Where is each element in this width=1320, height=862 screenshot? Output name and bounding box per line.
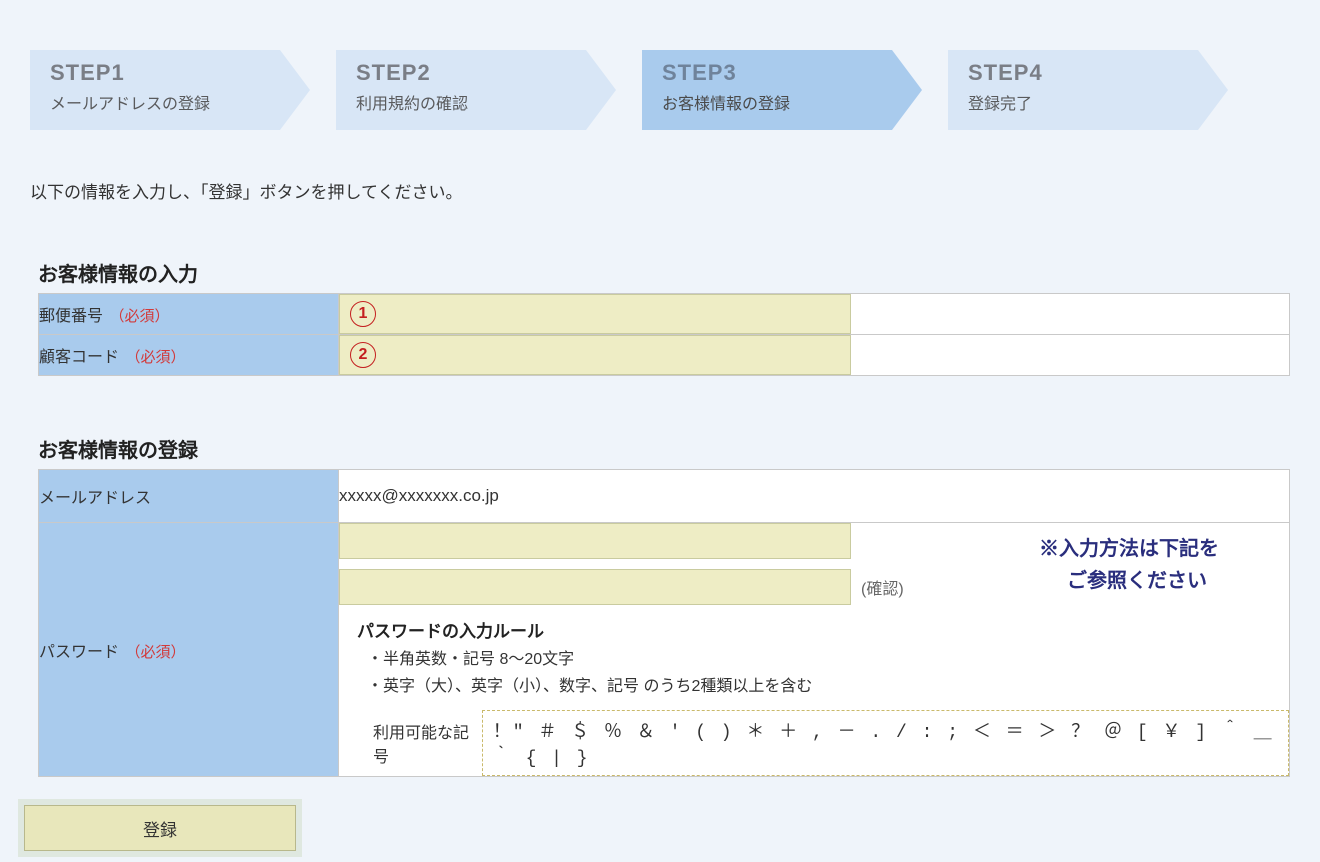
step-subtitle: 登録完了 [968, 90, 1210, 114]
customer-info-input-table: 郵便番号 （必須） 1 顧客コード （必須） 2 [38, 293, 1290, 376]
symbols-label: 利用可能な記号 [373, 719, 472, 767]
password-rule-1: ・半角英数・記号 8～20文字 [367, 646, 1289, 673]
password-input[interactable] [339, 523, 851, 559]
step-bar: STEP1 メールアドレスの登録 STEP2 利用規約の確認 STEP3 お客様… [30, 0, 1290, 148]
step-3: STEP3 お客様情報の登録 [642, 50, 922, 130]
email-label-cell: メールアドレス [39, 470, 339, 523]
step-title: STEP2 [356, 60, 598, 86]
input-method-note: ※入力方法は下記を ご参照ください [1039, 533, 1219, 597]
register-button-label: 登録 [143, 816, 177, 841]
password-rules: ・半角英数・記号 8～20文字 ・英字（大）、英字（小）、数字、記号 のうち2種… [367, 646, 1289, 700]
customer-code-label: 顧客コード [39, 349, 119, 366]
customer-code-label-cell: 顧客コード （必須） [39, 335, 339, 376]
customer-code-input[interactable]: 2 [339, 335, 851, 375]
password-label-cell: パスワード （必須） [39, 523, 339, 777]
step-2: STEP2 利用規約の確認 [336, 50, 616, 130]
password-confirm-input[interactable] [339, 569, 851, 605]
customer-code-value-cell: 2 [339, 335, 1290, 376]
symbols-row: 利用可能な記号 ！" ＃ ＄ ％ ＆ ' ( ) ＊ ＋ , － . / : ;… [373, 710, 1289, 776]
required-label: （必須） [125, 644, 185, 661]
email-value-cell: xxxxx@xxxxxxx.co.jp [339, 470, 1290, 523]
required-label: （必須） [109, 308, 169, 325]
email-value: xxxxx@xxxxxxx.co.jp [339, 486, 499, 505]
marker-1-icon: 1 [350, 301, 376, 327]
required-label: （必須） [125, 349, 185, 366]
email-label: メールアドレス [39, 490, 151, 507]
password-value-cell: ※入力方法は下記を ご参照ください (確認) パスワードの入力ルール ・半角英数… [339, 523, 1290, 777]
postal-code-label: 郵便番号 [39, 308, 103, 325]
register-button[interactable]: 登録 [24, 805, 296, 851]
section2-title: お客様情報の登録 [38, 434, 1290, 463]
customer-info-register-table: メールアドレス xxxxx@xxxxxxx.co.jp パスワード （必須） ※… [38, 469, 1290, 777]
step-subtitle: お客様情報の登録 [662, 90, 904, 114]
postal-code-value-cell: 1 [339, 294, 1290, 335]
step-subtitle: メールアドレスの登録 [50, 90, 292, 114]
note-line2: ご参照ください [1039, 565, 1219, 597]
marker-2-icon: 2 [350, 342, 376, 368]
table-row: パスワード （必須） ※入力方法は下記を ご参照ください (確認) パスワードの… [39, 523, 1290, 777]
step-4: STEP4 登録完了 [948, 50, 1228, 130]
step-title: STEP1 [50, 60, 292, 86]
table-row: メールアドレス xxxxx@xxxxxxx.co.jp [39, 470, 1290, 523]
symbols-box: ！" ＃ ＄ ％ ＆ ' ( ) ＊ ＋ , － . / : ; ＜ ＝ ＞ ？… [482, 710, 1289, 776]
password-label: パスワード [39, 644, 119, 661]
section1-title: お客様情報の入力 [38, 258, 1290, 287]
step-subtitle: 利用規約の確認 [356, 90, 598, 114]
step-title: STEP4 [968, 60, 1210, 86]
table-row: 顧客コード （必須） 2 [39, 335, 1290, 376]
password-confirm-label: (確認) [861, 575, 904, 599]
password-rule-2: ・英字（大）、英字（小）、数字、記号 のうち2種類以上を含む [367, 673, 1289, 700]
password-rules-title: パスワードの入力ルール [357, 617, 1289, 642]
postal-code-input[interactable]: 1 [339, 294, 851, 334]
postal-code-label-cell: 郵便番号 （必須） [39, 294, 339, 335]
table-row: 郵便番号 （必須） 1 [39, 294, 1290, 335]
step-title: STEP3 [662, 60, 904, 86]
note-line1: ※入力方法は下記を [1039, 533, 1219, 565]
step-1: STEP1 メールアドレスの登録 [30, 50, 310, 130]
intro-text: 以下の情報を入力し、「登録」ボタンを押してください。 [30, 178, 1290, 203]
